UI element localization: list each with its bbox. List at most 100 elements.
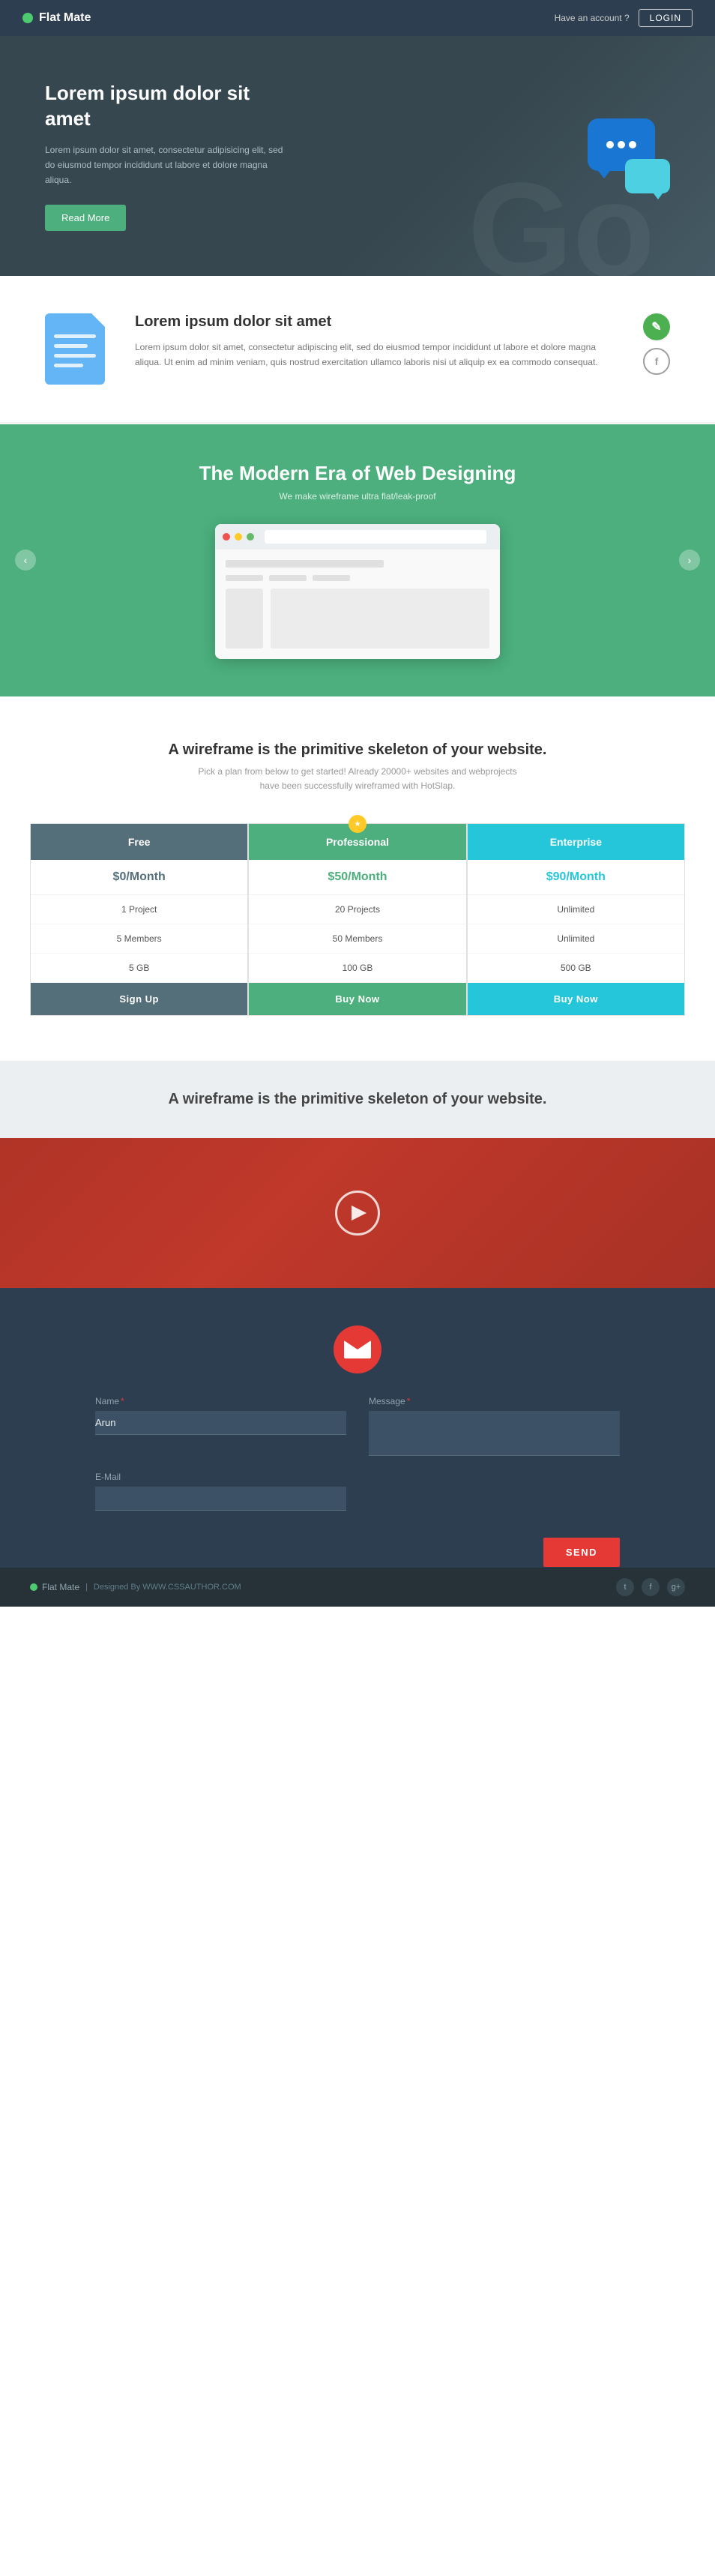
plan-feature-free-1: 1 Project	[31, 895, 247, 924]
browser-nav-2	[269, 575, 307, 581]
plan-feature-pro-1: 20 Projects	[249, 895, 465, 924]
play-button[interactable]	[335, 1191, 380, 1236]
browser-content	[215, 550, 500, 659]
green-section: The Modern Era of Web Designing We make …	[0, 424, 715, 696]
plan-name-free: Free	[31, 824, 247, 860]
message-required: *	[407, 1396, 411, 1406]
pricing-card-enterprise: Enterprise $90/Month Unlimited Unlimited…	[467, 823, 685, 1016]
carousel-right-button[interactable]: ›	[679, 550, 700, 571]
email-input[interactable]	[95, 1487, 346, 1511]
name-input[interactable]	[95, 1411, 346, 1435]
brand-name: Flat Mate	[39, 11, 91, 25]
browser-nav-area	[226, 575, 489, 581]
navbar: Flat Mate Have an account ? LOGIN	[0, 0, 715, 36]
plan-feature-enterprise-2: Unlimited	[468, 924, 684, 954]
chat-dot-2	[618, 141, 625, 148]
pricing-title: A wireframe is the primitive skeleton of…	[30, 741, 685, 759]
doc-line-4	[54, 364, 83, 367]
form-group-name: Name*	[95, 1396, 346, 1460]
carousel-left-button[interactable]: ‹	[15, 550, 36, 571]
footer-separator: |	[85, 1583, 88, 1592]
chat-bubble-small	[625, 159, 670, 193]
have-account-text: Have an account ?	[555, 13, 630, 23]
chat-dot-3	[629, 141, 636, 148]
message-label: Message*	[369, 1396, 620, 1406]
feature-description: Lorem ipsum dolor sit amet, consectetur …	[135, 340, 613, 370]
feature-icon	[45, 313, 105, 385]
social-twitter[interactable]: t	[616, 1578, 634, 1596]
plan-feature-pro-3: 100 GB	[249, 954, 465, 983]
chat-dot-1	[606, 141, 614, 148]
name-label: Name*	[95, 1396, 346, 1406]
browser-minimize	[235, 533, 242, 541]
message-input[interactable]	[369, 1411, 620, 1456]
footer-designed-by: Designed By WWW.CSSAUTHOR.COM	[94, 1583, 241, 1592]
form-row-1: Name* Message*	[95, 1396, 620, 1460]
edit-button[interactable]: ✎	[643, 313, 670, 340]
plan-price-pro: $50/Month	[249, 860, 465, 895]
form-group-email: E-Mail	[95, 1472, 346, 1511]
browser-nav-3	[313, 575, 350, 581]
plan-cta-enterprise[interactable]: Buy Now	[468, 983, 684, 1015]
green-title: The Modern Era of Web Designing	[45, 462, 670, 485]
doc-line-3	[54, 354, 96, 358]
feature-content: Lorem ipsum dolor sit amet Lorem ipsum d…	[135, 313, 613, 370]
hero-section: Go Lorem ipsum dolor sit amet Lorem ipsu…	[0, 36, 715, 276]
send-button[interactable]: SEND	[543, 1538, 620, 1567]
feature-title: Lorem ipsum dolor sit amet	[135, 313, 613, 331]
plan-cta-pro[interactable]: Buy Now	[249, 983, 465, 1015]
browser-main-content	[226, 589, 489, 648]
feature-section: Lorem ipsum dolor sit amet Lorem ipsum d…	[0, 276, 715, 424]
plan-feature-enterprise-1: Unlimited	[468, 895, 684, 924]
browser-mockup	[215, 524, 500, 659]
plan-feature-free-2: 5 Members	[31, 924, 247, 954]
social-gplus[interactable]: g+	[667, 1578, 685, 1596]
browser-maximize	[247, 533, 254, 541]
hero-illustration	[580, 118, 670, 193]
form-row-2: E-Mail	[95, 1472, 620, 1511]
social-button[interactable]: f	[643, 348, 670, 375]
footer-logo: Flat Mate	[30, 1582, 79, 1592]
social-facebook[interactable]: f	[642, 1578, 660, 1596]
mail-circle	[334, 1325, 381, 1373]
hero-description: Lorem ipsum dolor sit amet, consectetur …	[45, 142, 285, 188]
email-label: E-Mail	[95, 1472, 346, 1482]
pricing-card-pro: ★ Professional $50/Month 20 Projects 50 …	[248, 823, 466, 1016]
pricing-card-free: Free $0/Month 1 Project 5 Members 5 GB S…	[30, 823, 248, 1016]
footer-dot	[30, 1583, 37, 1591]
footer-brand: Flat Mate	[42, 1582, 79, 1592]
video-section	[0, 1138, 715, 1288]
mail-icon-wrap	[45, 1325, 670, 1373]
brand-dot	[22, 13, 33, 23]
hero-title: Lorem ipsum dolor sit amet	[45, 81, 285, 132]
chat-bubbles	[580, 118, 670, 193]
contact-section: Name* Message* E-Mail SEND	[0, 1288, 715, 1568]
plan-price-enterprise: $90/Month	[468, 860, 684, 895]
footer: Flat Mate | Designed By WWW.CSSAUTHOR.CO…	[0, 1568, 715, 1607]
navbar-right: Have an account ? LOGIN	[555, 9, 693, 27]
browser-body	[271, 589, 489, 648]
login-button[interactable]: LOGIN	[639, 9, 693, 27]
pricing-subtitle: Pick a plan from below to get started! A…	[30, 765, 685, 793]
footer-left: Flat Mate | Designed By WWW.CSSAUTHOR.CO…	[30, 1582, 241, 1592]
browser-url-bar	[265, 530, 486, 544]
doc-icon	[45, 313, 105, 385]
play-icon	[352, 1206, 366, 1221]
plan-cta-free[interactable]: Sign Up	[31, 983, 247, 1015]
tagline-text: A wireframe is the primitive skeleton of…	[45, 1091, 670, 1108]
name-required: *	[121, 1396, 124, 1406]
browser-close	[223, 533, 230, 541]
contact-form: Name* Message* E-Mail SEND	[95, 1396, 620, 1511]
pricing-section: A wireframe is the primitive skeleton of…	[0, 696, 715, 1061]
plan-feature-free-3: 5 GB	[31, 954, 247, 983]
form-group-message: Message*	[369, 1396, 620, 1460]
plan-feature-enterprise-3: 500 GB	[468, 954, 684, 983]
read-more-button[interactable]: Read More	[45, 205, 126, 231]
pricing-cards: Free $0/Month 1 Project 5 Members 5 GB S…	[30, 823, 685, 1016]
browser-sidebar	[226, 589, 263, 648]
plan-price-free: $0/Month	[31, 860, 247, 895]
doc-line-2	[54, 344, 88, 348]
plan-name-enterprise: Enterprise	[468, 824, 684, 860]
plan-feature-pro-2: 50 Members	[249, 924, 465, 954]
brand: Flat Mate	[22, 11, 91, 25]
